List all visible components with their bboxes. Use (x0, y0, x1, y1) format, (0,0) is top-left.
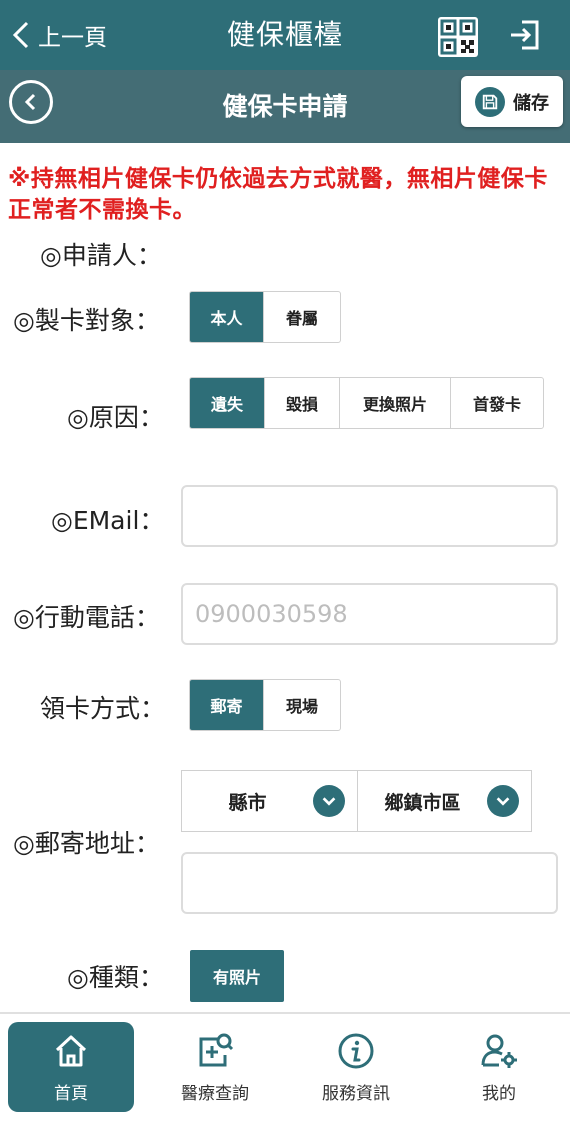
type-label: ◎種類： (67, 963, 164, 992)
nav-label-mine: 我的 (482, 1083, 516, 1104)
county-select-value: 縣市 (228, 791, 267, 814)
chevron-down-icon (487, 785, 519, 817)
reason-option-change-photo[interactable]: 更換照片 (340, 378, 451, 428)
applicant-label: ◎申請人： (40, 241, 162, 270)
card-target-option-self[interactable]: 本人 (190, 292, 264, 342)
district-select-value: 鄉鎮市區 (384, 791, 461, 814)
top-bar: 上一頁 健保櫃檯 (0, 0, 570, 70)
pickup-label: 領卡方式： (40, 694, 166, 723)
sub-header: 健保卡申請 儲存 (0, 70, 570, 143)
reason-option-damaged[interactable]: 毀損 (265, 378, 340, 428)
info-icon (338, 1033, 374, 1068)
reason-option-first-issue[interactable]: 首發卡 (451, 378, 543, 428)
logout-icon (511, 20, 539, 50)
pickup-option-onsite[interactable]: 現場 (264, 680, 340, 730)
nav-label-home: 首頁 (54, 1083, 88, 1104)
medical-search-icon (199, 1033, 234, 1066)
card-target-option-dependent[interactable]: 眷屬 (264, 292, 340, 342)
nav-item-mine[interactable]: 我的 (436, 1022, 562, 1112)
user-settings-icon (481, 1034, 517, 1068)
nav-item-medical-search[interactable]: 醫療查詢 (152, 1022, 278, 1112)
home-icon (55, 1035, 87, 1066)
pickup-option-mail[interactable]: 郵寄 (190, 680, 264, 730)
mobile-field[interactable] (181, 583, 558, 645)
address-label: ◎郵寄地址： (13, 829, 160, 858)
reason-selector: 遺失 毀損 更換照片 首發卡 (189, 377, 544, 429)
save-label: 儲存 (513, 92, 549, 114)
nav-label-medical-search: 醫療查詢 (181, 1083, 249, 1104)
qr-code-button[interactable] (438, 17, 478, 57)
address-detail-field[interactable] (181, 852, 558, 914)
save-button[interactable]: 儲存 (461, 76, 563, 127)
nav-label-service-info: 服務資訊 (322, 1083, 390, 1104)
type-option-with-photo[interactable]: 有照片 (190, 950, 284, 1002)
logout-button[interactable] (508, 18, 542, 52)
chevron-down-icon (313, 785, 345, 817)
notice-text: ※持無相片健保卡仍依過去方式就醫，無相片健保卡正常者不需換卡。 (8, 166, 548, 223)
app-title: 健保櫃檯 (226, 18, 343, 51)
nav-item-service-info[interactable]: 服務資訊 (293, 1022, 419, 1112)
reason-label: ◎原因： (67, 403, 164, 432)
card-target-label: ◎製卡對象： (13, 306, 160, 335)
qr-code-icon (440, 19, 476, 55)
reason-option-lost[interactable]: 遺失 (190, 378, 265, 428)
district-select[interactable]: 鄉鎮市區 (357, 770, 532, 832)
card-target-selector: 本人 眷屬 (189, 291, 341, 343)
bottom-nav: 首頁 醫療查詢 服務資訊 我的 (0, 1012, 570, 1130)
pickup-selector: 郵寄 現場 (189, 679, 341, 731)
mobile-label: ◎行動電話： (13, 603, 160, 632)
floppy-disk-icon (475, 86, 505, 117)
nav-item-home[interactable]: 首頁 (8, 1022, 134, 1112)
email-field[interactable] (181, 485, 558, 547)
email-label: ◎EMail： (51, 506, 165, 535)
county-select[interactable]: 縣市 (181, 770, 358, 832)
